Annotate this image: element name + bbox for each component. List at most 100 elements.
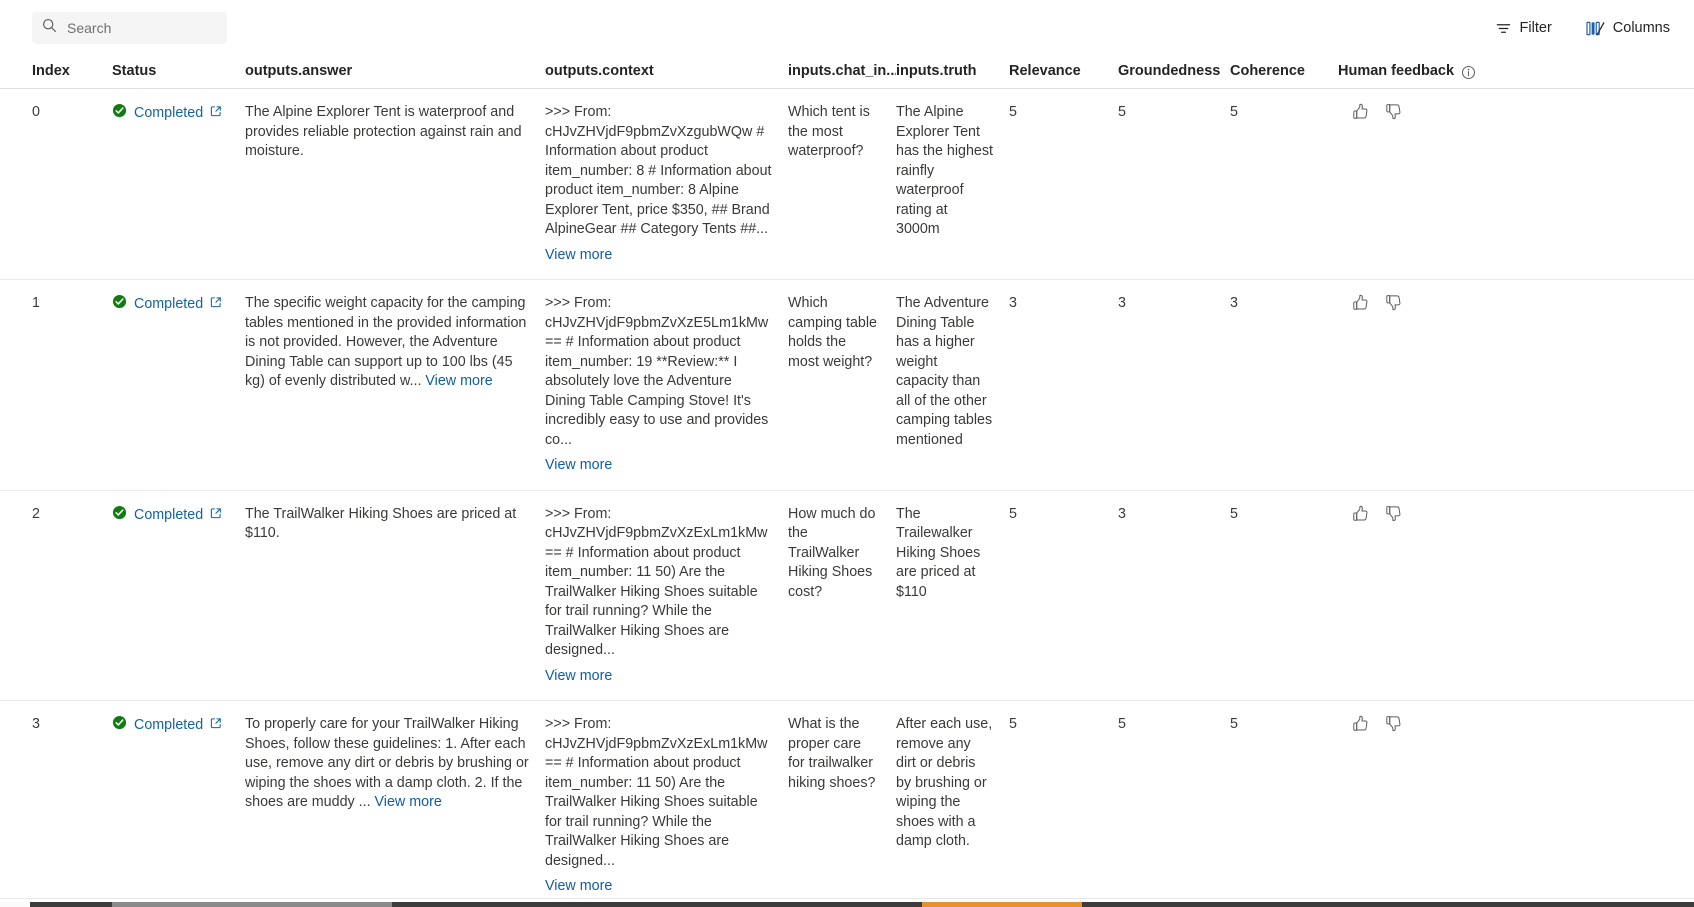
open-in-new-icon[interactable] — [210, 506, 222, 526]
thumbs-up-icon[interactable] — [1352, 715, 1369, 732]
check-circle-icon — [112, 294, 127, 316]
cell-groundedness: 5 — [1118, 104, 1126, 120]
filter-button-label: Filter — [1519, 20, 1552, 36]
column-header-inputs-chat-input[interactable]: inputs.chat_in... — [788, 62, 896, 82]
cell-human-feedback — [1338, 701, 1538, 907]
cell-inputs-truth: The Trailewalker Hiking Shoes are priced… — [896, 505, 981, 600]
status-link[interactable]: Completed — [112, 505, 229, 527]
column-header-relevance[interactable]: Relevance — [1009, 62, 1118, 82]
cell-coherence: 5 — [1230, 104, 1238, 120]
cell-outputs-answer: To properly care for your TrailWalker Hi… — [245, 716, 529, 810]
search-input[interactable] — [67, 20, 217, 36]
thumbs-down-icon[interactable] — [1385, 505, 1402, 522]
cell-outputs-context: >>> From: cHJvZHVjdF9pbmZvXzgubWQw # Inf… — [545, 89, 788, 279]
cell-relevance: 5 — [1009, 104, 1017, 120]
context-view-more-link[interactable]: View more — [545, 456, 772, 476]
status-link[interactable]: Completed — [112, 294, 229, 316]
cell-outputs-context: >>> From: cHJvZHVjdF9pbmZvXzE5Lm1kMw== #… — [545, 280, 788, 490]
answer-view-more-link[interactable]: View more — [375, 794, 442, 810]
answer-view-more-link[interactable]: View more — [425, 373, 492, 389]
check-circle-icon — [112, 505, 127, 527]
status-label: Completed — [134, 105, 204, 121]
thumbs-down-icon[interactable] — [1385, 715, 1402, 732]
search-icon — [42, 18, 57, 38]
cell-human-feedback — [1338, 89, 1538, 279]
thumbs-up-icon[interactable] — [1352, 294, 1369, 311]
strip-segment-1 — [0, 902, 30, 907]
thumbs-up-icon[interactable] — [1352, 103, 1369, 120]
cell-index: 1 — [32, 295, 40, 311]
check-circle-icon — [112, 715, 127, 737]
status-link[interactable]: Completed — [112, 103, 229, 125]
thumbs-down-icon[interactable] — [1385, 294, 1402, 311]
strip-segment-4 — [392, 902, 922, 907]
results-table: Index Status outputs.answer outputs.cont… — [0, 56, 1694, 907]
table-row[interactable]: 1 Completed The specific weight capacity f… — [0, 280, 1694, 491]
cell-inputs-truth: The Adventure Dining Table has a higher … — [896, 295, 993, 448]
filter-button[interactable]: Filter — [1489, 12, 1558, 44]
column-header-human-feedback-label: Human feedback — [1338, 63, 1455, 80]
cell-status[interactable]: Completed — [112, 701, 245, 907]
cell-coherence: 5 — [1230, 716, 1238, 732]
column-header-groundedness[interactable]: Groundedness — [1118, 62, 1230, 82]
context-view-more-link[interactable]: View more — [545, 246, 772, 266]
strip-segment-3 — [112, 902, 392, 907]
search-box[interactable] — [32, 12, 227, 44]
status-link[interactable]: Completed — [112, 715, 229, 737]
column-header-status[interactable]: Status — [112, 62, 245, 82]
human-feedback-buttons — [1338, 715, 1522, 732]
strip-segment-6 — [1082, 902, 1694, 907]
column-header-index[interactable]: Index — [0, 62, 112, 82]
status-label: Completed — [134, 506, 204, 523]
cell-inputs-truth: The Alpine Explorer Tent has the highest… — [896, 104, 993, 237]
table-row[interactable]: 3 Completed To properly care for your Trai… — [0, 701, 1694, 907]
table-header-row: Index Status outputs.answer outputs.cont… — [0, 56, 1694, 89]
column-header-outputs-answer[interactable]: outputs.answer — [245, 62, 545, 82]
check-circle-icon — [112, 103, 127, 125]
table-row[interactable]: 0 Completed The Alpine Explorer Tent is wa… — [0, 89, 1694, 280]
info-circle-icon[interactable] — [1461, 65, 1476, 80]
cell-groundedness: 5 — [1118, 716, 1126, 732]
cell-index: 2 — [32, 505, 40, 522]
columns-icon — [1586, 20, 1605, 37]
cell-groundedness: 3 — [1118, 295, 1126, 311]
context-view-more-link[interactable]: View more — [545, 667, 772, 687]
cell-relevance: 5 — [1009, 505, 1017, 522]
column-header-human-feedback[interactable]: Human feedback — [1338, 62, 1538, 82]
cell-outputs-answer: The specific weight capacity for the cam… — [245, 295, 527, 389]
columns-button-label: Columns — [1612, 20, 1670, 36]
open-in-new-icon[interactable] — [210, 716, 222, 736]
cell-coherence: 5 — [1230, 505, 1238, 522]
table-row[interactable]: 2 Completed The TrailWalker Hiking Shoes a… — [0, 491, 1694, 701]
strip-segment-5 — [922, 902, 1082, 907]
cell-status[interactable]: Completed — [112, 491, 245, 701]
cell-inputs-chat-input: Which tent is the most waterproof? — [788, 104, 870, 159]
open-in-new-icon[interactable] — [210, 104, 222, 124]
cell-inputs-chat-input: How much do the TrailWalker Hiking Shoes… — [788, 505, 876, 600]
cell-status[interactable]: Completed — [112, 280, 245, 490]
cell-outputs-answer: The TrailWalker Hiking Shoes are priced … — [245, 505, 517, 542]
thumbs-down-icon[interactable] — [1385, 103, 1402, 120]
cell-human-feedback — [1338, 280, 1538, 490]
human-feedback-buttons — [1338, 294, 1522, 311]
column-header-inputs-truth[interactable]: inputs.truth — [896, 62, 1009, 82]
cell-relevance: 3 — [1009, 295, 1017, 311]
columns-button[interactable]: Columns — [1580, 12, 1676, 44]
human-feedback-buttons — [1338, 103, 1522, 120]
human-feedback-buttons — [1338, 505, 1522, 522]
cell-inputs-chat-input: What is the proper care for trailwalker … — [788, 716, 876, 791]
cell-groundedness: 3 — [1118, 505, 1126, 522]
cell-outputs-answer: The Alpine Explorer Tent is waterproof a… — [245, 104, 522, 159]
open-in-new-icon[interactable] — [210, 295, 222, 315]
column-header-outputs-context[interactable]: outputs.context — [545, 62, 788, 82]
cell-index: 3 — [32, 716, 40, 732]
context-view-more-link[interactable]: View more — [545, 877, 772, 897]
cell-status[interactable]: Completed — [112, 89, 245, 279]
column-header-coherence[interactable]: Coherence — [1230, 62, 1338, 82]
thumbs-up-icon[interactable] — [1352, 505, 1369, 522]
cell-human-feedback — [1338, 491, 1538, 701]
top-toolbar: Filter Columns — [0, 0, 1694, 56]
cell-inputs-truth: After each use, remove any dirt or debri… — [896, 716, 993, 849]
toolbar-actions: Filter Columns — [1489, 0, 1676, 56]
strip-segment-2 — [30, 902, 112, 907]
